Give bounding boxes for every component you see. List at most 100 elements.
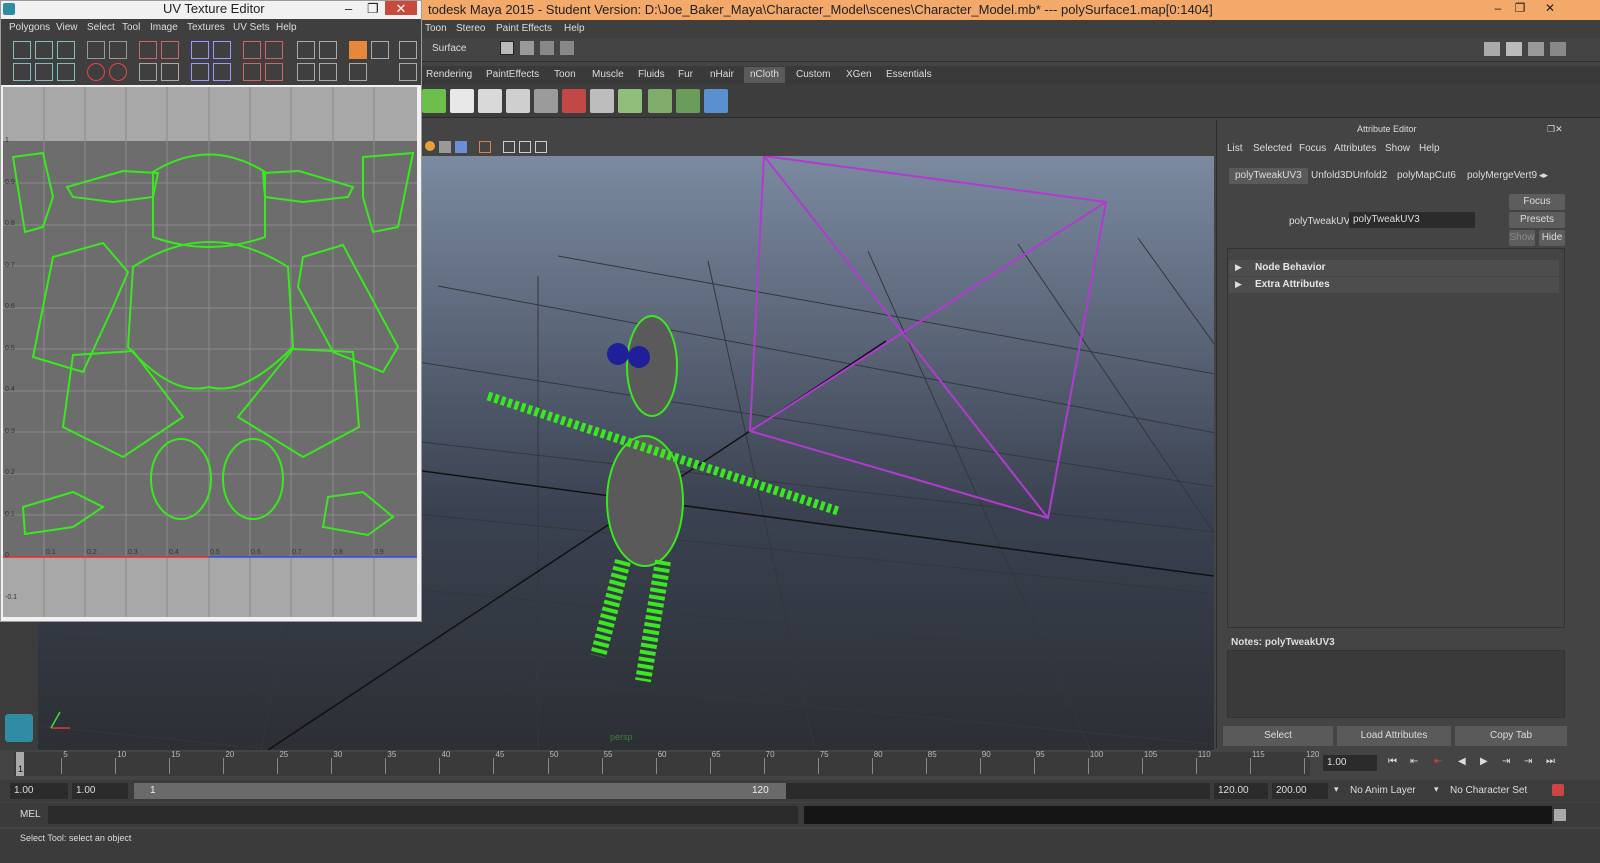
tab-nhair[interactable]: nHair bbox=[704, 67, 740, 83]
render-settings-icon[interactable] bbox=[560, 41, 574, 55]
tab-fluids[interactable]: Fluids bbox=[632, 67, 671, 83]
uv-shell-shoe-left[interactable] bbox=[21, 490, 105, 536]
anim-layer-dropdown-icon[interactable]: ▾ bbox=[1334, 784, 1339, 795]
tab-xgen[interactable]: XGen bbox=[840, 67, 878, 83]
playback-end-field[interactable]: 120.00 bbox=[1214, 783, 1268, 799]
texture-icon[interactable] bbox=[455, 141, 467, 153]
ncloth-replace-icon[interactable] bbox=[618, 89, 642, 113]
isolate-icon[interactable] bbox=[519, 141, 531, 153]
tab-scroll-icon[interactable]: ◂▸ bbox=[1539, 170, 1548, 181]
uv-maximize-icon[interactable]: ❐ bbox=[367, 1, 379, 17]
uv-snapshot-icon[interactable] bbox=[35, 63, 53, 81]
uv-select-shell-icon[interactable] bbox=[13, 63, 31, 81]
ncloth-merge-icon[interactable] bbox=[676, 89, 700, 113]
ncloth-passive-icon[interactable] bbox=[450, 89, 474, 113]
add-isolate-icon[interactable] bbox=[319, 63, 337, 81]
menu-toon[interactable]: Toon bbox=[425, 23, 447, 34]
pixel-snap-icon[interactable] bbox=[399, 63, 417, 81]
ipr-icon[interactable] bbox=[540, 41, 554, 55]
menu-set-field[interactable]: Surface bbox=[432, 43, 466, 54]
auto-key-icon[interactable] bbox=[1552, 784, 1564, 796]
menu-help[interactable]: Help bbox=[564, 23, 585, 34]
animation-end-field[interactable]: 200.00 bbox=[1272, 783, 1328, 799]
cube-icon[interactable] bbox=[503, 141, 515, 153]
texture-borders-icon[interactable] bbox=[349, 63, 367, 81]
uv-menu-help[interactable]: Help bbox=[276, 22, 297, 33]
focus-button[interactable]: Focus bbox=[1509, 194, 1565, 210]
step-forward-key-icon[interactable]: ⇥ bbox=[1524, 756, 1532, 767]
align-min-u-icon[interactable] bbox=[243, 41, 261, 59]
ncloth-delete-cache-icon[interactable] bbox=[562, 89, 586, 113]
uv-lattice-icon[interactable] bbox=[13, 41, 31, 59]
ae-tab-polymergevert9[interactable]: polyMergeVert9 bbox=[1461, 168, 1543, 184]
tab-muscle[interactable]: Muscle bbox=[586, 67, 630, 83]
uv-minimize-icon[interactable]: – bbox=[345, 1, 352, 16]
tab-essentials[interactable]: Essentials bbox=[880, 67, 938, 83]
minimize-icon[interactable]: – bbox=[1488, 1, 1508, 18]
menu-stereo[interactable]: Stereo bbox=[456, 23, 485, 34]
display-image-icon[interactable] bbox=[349, 41, 367, 59]
grid-uv-icon[interactable] bbox=[297, 41, 315, 59]
play-backward-icon[interactable]: ◀ bbox=[1458, 756, 1466, 767]
uv-shell-arm-top-right[interactable] bbox=[261, 169, 355, 204]
unfold-uv-icon[interactable] bbox=[161, 63, 179, 81]
ncloth-constraint-icon[interactable] bbox=[506, 89, 530, 113]
render-icon[interactable] bbox=[520, 41, 534, 55]
ae-tab-polytweakuv3[interactable]: polyTweakUV3 bbox=[1229, 168, 1308, 184]
align-min-v-icon[interactable] bbox=[243, 63, 261, 81]
sew-uv-icon[interactable] bbox=[213, 41, 231, 59]
float-panel-icon[interactable]: ❐✕ bbox=[1547, 124, 1563, 135]
load-attributes-button[interactable]: Load Attributes bbox=[1337, 726, 1451, 746]
pin-uv-icon[interactable] bbox=[87, 63, 105, 81]
checker-icon[interactable] bbox=[371, 41, 389, 59]
uv-shell-foot-right[interactable] bbox=[222, 438, 284, 520]
xray-icon[interactable] bbox=[535, 141, 547, 153]
script-editor-icon[interactable] bbox=[1554, 809, 1566, 821]
uv-menu-tool[interactable]: Tool bbox=[122, 22, 140, 33]
uv-canvas[interactable]: 1 0.9 0.8 0.7 0.6 0.5 0.4 0.3 0.2 0.1 0 -0.1 0.1 0.2… bbox=[3, 87, 417, 617]
uv-shell-arm-top-left[interactable] bbox=[65, 169, 160, 204]
camera-frustum-wireframe[interactable] bbox=[748, 156, 1108, 520]
grid-toggle-icon[interactable] bbox=[399, 41, 417, 59]
uv-menu-polygons[interactable]: Polygons bbox=[9, 22, 50, 33]
ncloth-shirt-icon[interactable] bbox=[478, 89, 502, 113]
play-forward-icon[interactable]: ▶ bbox=[1480, 756, 1488, 767]
step-back-frame-icon[interactable]: ⇤ bbox=[1434, 756, 1442, 767]
presets-button[interactable]: Presets bbox=[1509, 212, 1565, 228]
uv-shade-icon[interactable] bbox=[57, 63, 75, 81]
current-time-field[interactable]: 1.00 bbox=[1323, 755, 1377, 771]
uv-shell-torso[interactable] bbox=[126, 241, 295, 390]
tab-fur[interactable]: Fur bbox=[672, 67, 699, 83]
uv-menu-uv-sets[interactable]: UV Sets bbox=[233, 22, 270, 33]
copy-tab-button[interactable]: Copy Tab bbox=[1455, 726, 1567, 746]
ncloth-create-icon[interactable] bbox=[422, 89, 446, 113]
playback-start-field[interactable]: 1.00 bbox=[72, 783, 128, 799]
flip-u-icon[interactable] bbox=[87, 41, 105, 59]
unpin-uv-icon[interactable] bbox=[109, 63, 127, 81]
show-button[interactable]: Show bbox=[1509, 230, 1535, 246]
shading-icon[interactable] bbox=[439, 141, 451, 153]
isolate-select-icon[interactable] bbox=[297, 63, 315, 81]
character-leg-right[interactable] bbox=[635, 559, 671, 683]
ae-menu-help[interactable]: Help bbox=[1419, 143, 1440, 154]
go-to-end-icon[interactable]: ⏭ bbox=[1546, 756, 1555, 767]
character-model[interactable] bbox=[486, 315, 840, 683]
ncloth-paint-icon[interactable] bbox=[590, 89, 614, 113]
uv-move-icon[interactable] bbox=[35, 41, 53, 59]
hide-button[interactable]: Hide bbox=[1539, 230, 1565, 246]
relax-uv-icon[interactable] bbox=[191, 63, 209, 81]
ae-tab-unfold3dunfold2[interactable]: Unfold3DUnfold2 bbox=[1305, 168, 1393, 184]
tool-settings-icon[interactable] bbox=[1528, 42, 1544, 56]
uv-shell-hand-right[interactable] bbox=[362, 151, 415, 234]
node-name-field[interactable]: polyTweakUV3 bbox=[1349, 212, 1475, 228]
uv-menu-view[interactable]: View bbox=[56, 22, 78, 33]
tab-rendering[interactable]: Rendering bbox=[420, 67, 478, 83]
character-set-dropdown-icon[interactable]: ▾ bbox=[1434, 784, 1439, 795]
step-back-key-icon[interactable]: ⇤ bbox=[1410, 756, 1418, 767]
uv-menu-textures[interactable]: Textures bbox=[187, 22, 225, 33]
uv-smudge-icon[interactable] bbox=[57, 41, 75, 59]
uv-menu-select[interactable]: Select bbox=[87, 22, 115, 33]
uv-shell-foot-left[interactable] bbox=[150, 438, 212, 520]
straighten-uv-icon[interactable] bbox=[139, 63, 157, 81]
character-set-dropdown[interactable]: No Character Set bbox=[1450, 785, 1527, 796]
